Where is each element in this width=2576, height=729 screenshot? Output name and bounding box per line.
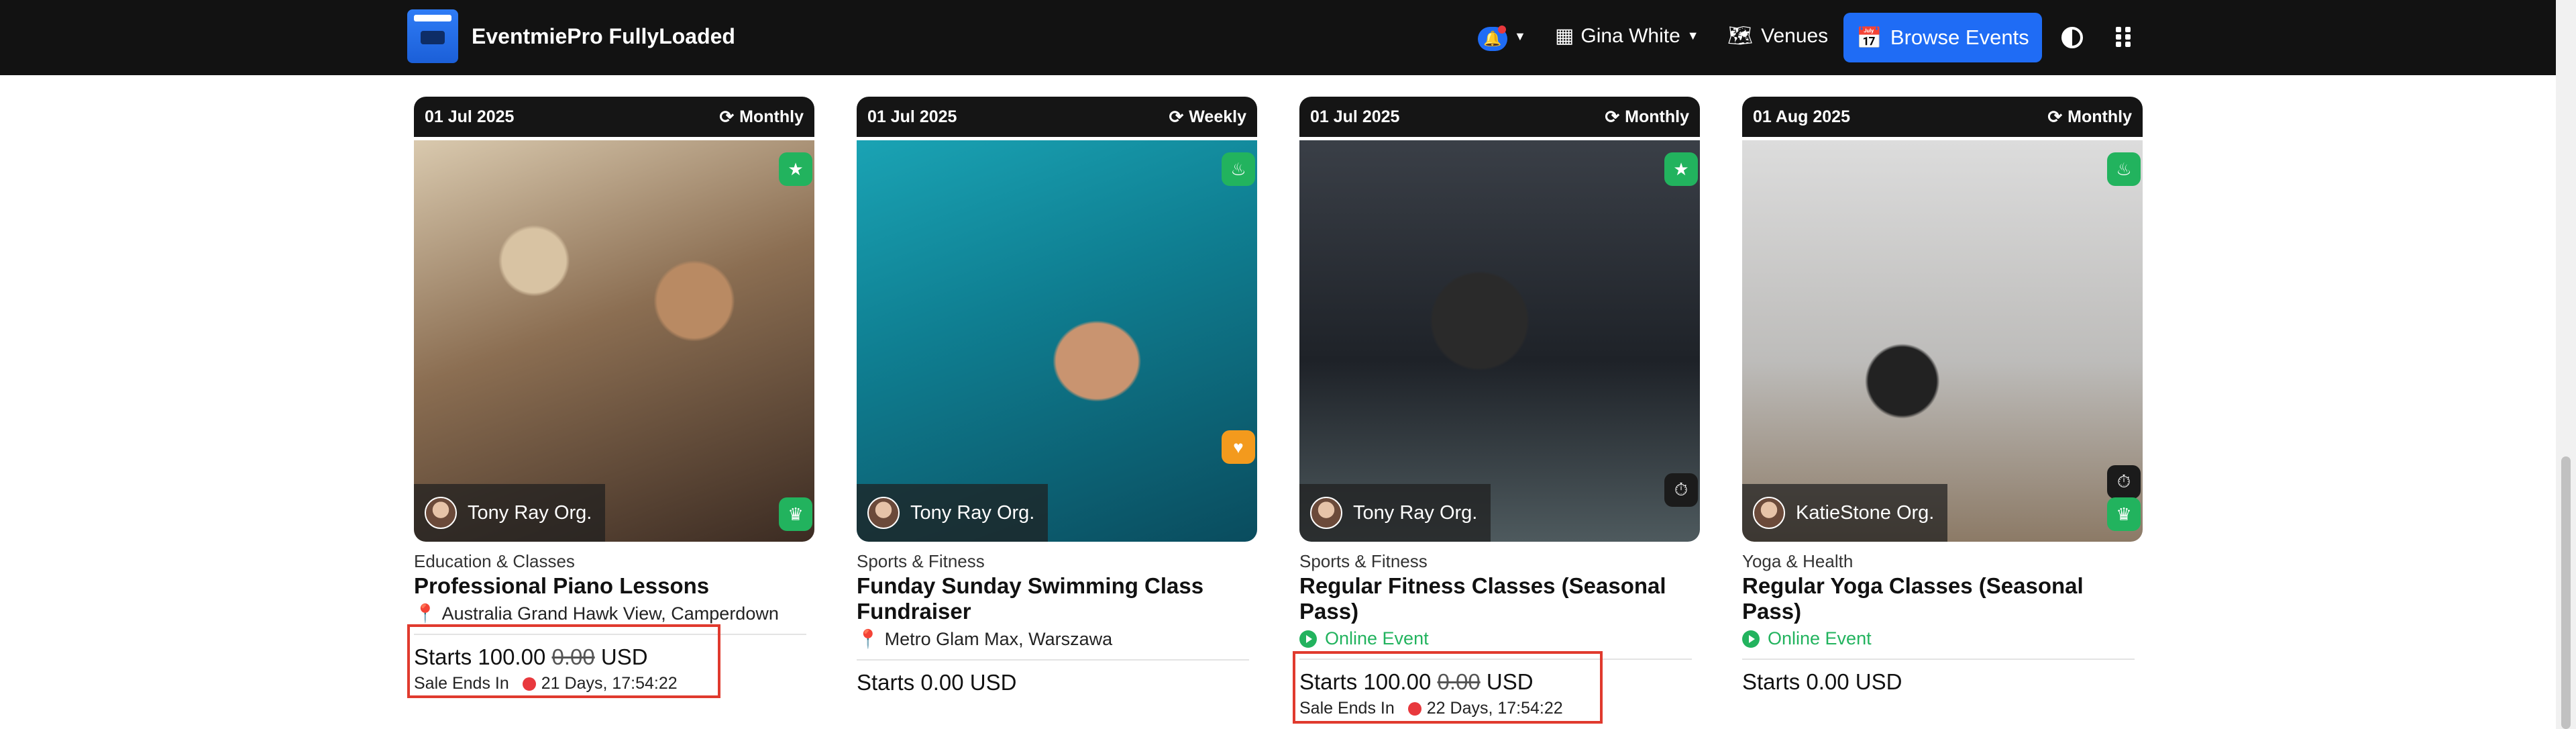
event-venue-name: Australia Grand Hawk View, Camperdown (441, 603, 779, 624)
event-category: Sports & Fitness (857, 551, 985, 571)
organizer-avatar (425, 497, 457, 529)
event-date: 01 Jul 2025 (867, 107, 957, 126)
venues-label: Venues (1761, 24, 1829, 47)
event-card[interactable]: 01 Aug 2025 ⟳ Monthly ♨ ⏱ ♛ KatieStone O… (1742, 97, 2143, 695)
play-icon (1299, 630, 1317, 648)
event-repeat-label: Weekly (1189, 107, 1246, 126)
event-venue: 📍 Australia Grand Hawk View, Camperdown (414, 603, 814, 624)
event-price: Starts 0.00 USD (1742, 669, 1902, 694)
organizer-avatar (867, 497, 900, 529)
scrollbar-thumb[interactable] (2561, 456, 2571, 729)
repeat-icon: ⟳ (719, 106, 735, 127)
map-marker-icon: 📍 (857, 629, 879, 649)
stopwatch-icon: ⏱ (2107, 465, 2141, 499)
event-category: Education & Classes (414, 551, 575, 571)
event-card-header: 01 Aug 2025 ⟳ Monthly (1742, 97, 2143, 137)
organizer-name: Tony Ray Org. (910, 501, 1035, 524)
event-repeat-label: Monthly (2068, 107, 2132, 126)
chevron-down-icon[interactable]: ▼ (1514, 30, 1526, 44)
contrast-icon[interactable] (2061, 27, 2083, 48)
event-card[interactable]: 01 Jul 2025 ⟳ Monthly ★ ♛ Tony Ray Org. … (414, 97, 814, 693)
price-highlight-box (407, 624, 720, 698)
divider (1742, 659, 2135, 660)
venues-link[interactable]: 🗺 Venues (1727, 24, 1828, 48)
organizer-avatar (1310, 497, 1342, 529)
event-date: 01 Jul 2025 (1310, 107, 1400, 126)
event-image[interactable]: ★ ♛ Tony Ray Org. (414, 140, 814, 542)
notifications-button[interactable]: 🔔 (1478, 26, 1507, 51)
map-icon: 🗺 (1727, 25, 1754, 47)
event-repeat-label: Monthly (1625, 107, 1689, 126)
online-event: Online Event (1742, 628, 2143, 649)
top-navbar: EventmiePro FullyLoaded 🔔 ▼ ▦ Gina White… (0, 0, 2556, 75)
brand-link[interactable]: EventmiePro FullyLoaded (407, 9, 735, 63)
organizer-name: Tony Ray Org. (1353, 501, 1478, 524)
repeat-icon: ⟳ (1605, 106, 1620, 127)
organizer-name: Tony Ray Org. (468, 501, 592, 524)
event-repeat: ⟳ Monthly (1605, 107, 1689, 128)
brand-name: EventmiePro FullyLoaded (472, 23, 735, 48)
brand-logo-icon (407, 9, 458, 63)
price-highlight-box (1293, 651, 1603, 724)
map-marker-icon: 📍 (414, 603, 437, 624)
online-event: Online Event (1299, 628, 1700, 649)
event-repeat: ⟳ Monthly (2047, 107, 2132, 128)
event-image[interactable]: ★ ⏱ Tony Ray Org. (1299, 140, 1700, 542)
stopwatch-icon: ⏱ (1664, 473, 1698, 507)
browse-events-button[interactable]: 📅 Browse Events (1843, 13, 2042, 62)
chevron-down-icon: ▼ (1686, 29, 1699, 42)
user-icon: ▦ (1555, 25, 1574, 47)
organizer-name: KatieStone Org. (1796, 501, 1935, 524)
event-title[interactable]: Funday Sunday Swimming Class Fundraiser (857, 573, 1257, 624)
fire-icon: ♨ (2107, 152, 2141, 186)
star-icon: ★ (1664, 152, 1698, 186)
play-icon (1742, 630, 1760, 648)
event-card[interactable]: 01 Jul 2025 ⟳ Monthly ★ ⏱ Tony Ray Org. … (1299, 97, 1700, 718)
event-organizer[interactable]: Tony Ray Org. (1299, 484, 1491, 542)
event-card-header: 01 Jul 2025 ⟳ Weekly (857, 97, 1257, 137)
event-category: Sports & Fitness (1299, 551, 1428, 571)
grid-icon[interactable] (2116, 27, 2133, 47)
fire-icon: ♨ (1222, 152, 1255, 186)
event-repeat-label: Monthly (739, 107, 804, 126)
event-card-header: 01 Jul 2025 ⟳ Monthly (1299, 97, 1700, 137)
divider (857, 659, 1249, 661)
event-card-header: 01 Jul 2025 ⟳ Monthly (414, 97, 814, 137)
user-name: Gina White (1580, 24, 1680, 47)
calendar-icon: 📅 (1856, 26, 1882, 50)
event-organizer[interactable]: Tony Ray Org. (414, 484, 606, 542)
event-image[interactable]: ♨ ⏱ ♛ KatieStone Org. (1742, 140, 2143, 542)
event-date: 01 Jul 2025 (425, 107, 515, 126)
event-repeat: ⟳ Monthly (719, 107, 804, 128)
event-organizer[interactable]: KatieStone Org. (1742, 484, 1948, 542)
event-repeat: ⟳ Weekly (1169, 107, 1246, 128)
medal-icon: ♛ (2107, 497, 2141, 531)
donation-icon: ♥ (1222, 430, 1255, 464)
medal-icon: ♛ (779, 497, 812, 531)
organizer-avatar (1753, 497, 1785, 529)
event-card[interactable]: 01 Jul 2025 ⟳ Weekly ♨ ♥ Tony Ray Org. S… (857, 97, 1257, 695)
event-price: Starts 0.00 USD (857, 670, 1017, 695)
event-date: 01 Aug 2025 (1753, 107, 1850, 126)
event-category: Yoga & Health (1742, 551, 1854, 571)
star-icon: ★ (779, 152, 812, 186)
event-title[interactable]: Professional Piano Lessons (414, 573, 814, 599)
event-title[interactable]: Regular Fitness Classes (Seasonal Pass) (1299, 573, 1700, 624)
event-organizer[interactable]: Tony Ray Org. (857, 484, 1049, 542)
event-title[interactable]: Regular Yoga Classes (Seasonal Pass) (1742, 573, 2143, 624)
event-venue-name: Metro Glam Max, Warszawa (884, 628, 1113, 649)
event-venue: 📍 Metro Glam Max, Warszawa (857, 628, 1257, 650)
event-image[interactable]: ♨ ♥ Tony Ray Org. (857, 140, 1257, 542)
repeat-icon: ⟳ (2047, 106, 2063, 127)
user-menu-button[interactable]: ▦ Gina White ▼ (1555, 24, 1699, 48)
repeat-icon: ⟳ (1169, 106, 1184, 127)
online-event-label: Online Event (1768, 628, 1872, 648)
browse-events-label: Browse Events (1890, 26, 2029, 49)
notification-dot (1498, 26, 1506, 34)
online-event-label: Online Event (1325, 628, 1429, 648)
